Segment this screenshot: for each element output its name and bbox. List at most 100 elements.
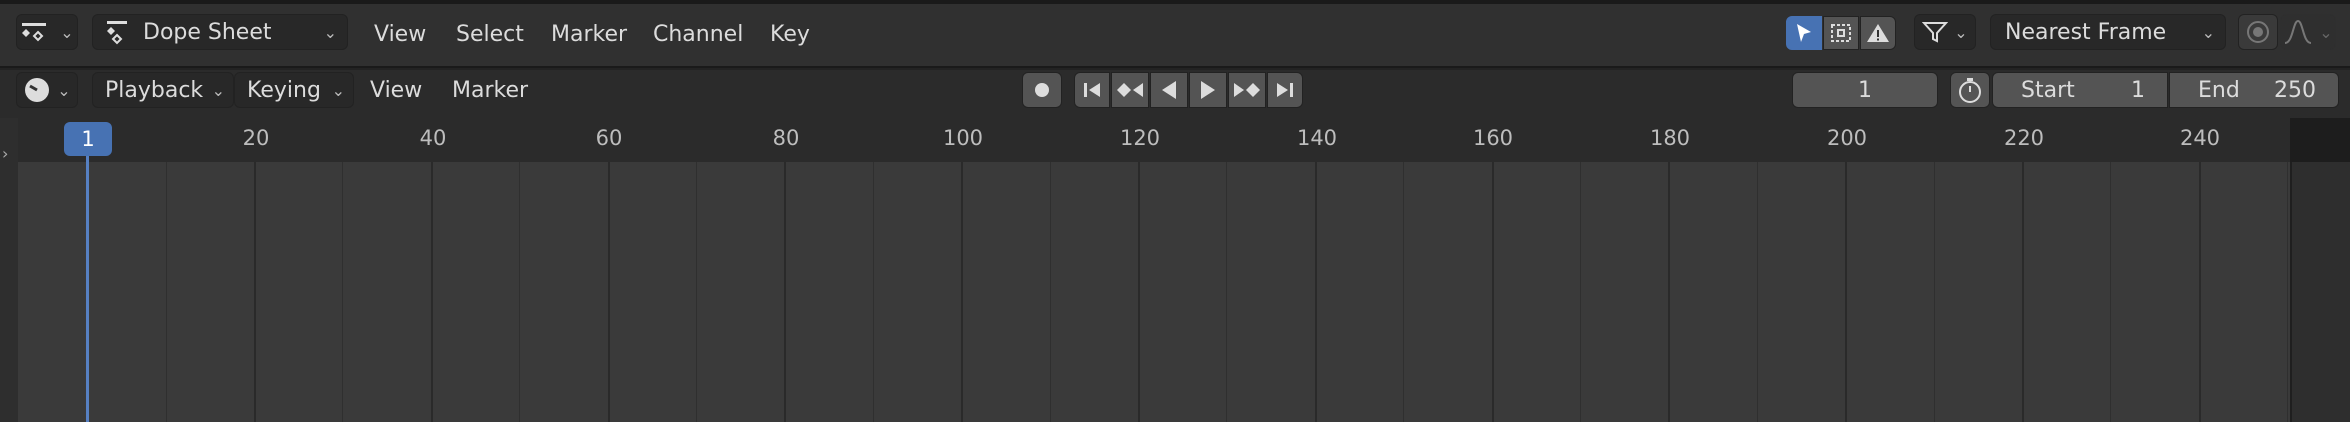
chevron-down-icon: ⌄	[1954, 22, 1968, 42]
keying-menu[interactable]: Keying ⌄	[234, 72, 354, 108]
grid-line	[696, 162, 697, 422]
playback-menu[interactable]: Playback ⌄	[92, 72, 234, 108]
snap-mode-label: Nearest Frame	[2005, 19, 2167, 45]
chevron-down-icon: ⌄	[211, 80, 225, 100]
chevron-right-icon[interactable]: ›	[2, 144, 8, 163]
chevron-down-icon: ⌄	[60, 22, 74, 42]
grid-line	[2287, 162, 2288, 422]
chevron-down-icon: ⌄	[2201, 22, 2215, 42]
grid-line	[1668, 162, 1670, 422]
ruler-tick-label: 20	[242, 126, 270, 150]
grid-line	[1757, 162, 1758, 422]
end-frame-value: 250	[2274, 77, 2316, 103]
timeline-editor-type-button[interactable]: ⌄	[16, 72, 78, 108]
end-frame-label: End	[2198, 77, 2240, 103]
grid-line	[1934, 162, 1935, 422]
proportional-circle-icon	[2245, 19, 2271, 45]
falloff-curve-icon	[2283, 19, 2313, 45]
playback-label: Playback	[105, 77, 204, 103]
jump-to-end-button[interactable]	[1267, 72, 1303, 108]
grid-line	[1492, 162, 1494, 422]
current-frame-value: 1	[1858, 77, 1872, 103]
ruler-tick-label: 60	[595, 126, 623, 150]
grid-line	[1845, 162, 1847, 422]
chevron-down-icon: ⌄	[323, 22, 337, 42]
grid-line	[2022, 162, 2024, 422]
grid-line	[2199, 162, 2201, 422]
dashed-box-icon	[1829, 22, 1853, 44]
mode-select[interactable]: Dope Sheet ⌄	[92, 14, 348, 50]
ruler-tick-label: 200	[1826, 126, 1868, 150]
grid-line	[431, 162, 433, 422]
dope-sheet-channel-area[interactable]	[0, 162, 2290, 422]
ruler-tick-label: 240	[2179, 126, 2221, 150]
jump-to-next-keyframe-button[interactable]	[1228, 72, 1266, 108]
dope-sheet-mode-icon	[103, 19, 133, 45]
only-selected-button[interactable]	[1786, 16, 1822, 50]
falloff-select[interactable]: ⌄	[2280, 14, 2336, 50]
current-frame-field[interactable]: 1	[1792, 72, 1938, 108]
play-button[interactable]	[1189, 72, 1227, 108]
timeline-menu-marker[interactable]: Marker	[452, 72, 528, 108]
snap-mode-select[interactable]: Nearest Frame ⌄	[1990, 14, 2226, 50]
grid-line	[1050, 162, 1051, 422]
filter-popover-button[interactable]: ⌄	[1914, 14, 1976, 50]
grid-line	[1226, 162, 1227, 422]
cursor-arrow-icon	[1793, 22, 1815, 44]
show-hidden-button[interactable]	[1823, 16, 1859, 50]
sidebar-region-collapsed	[2290, 162, 2350, 422]
grid-line	[608, 162, 610, 422]
record-icon	[1032, 80, 1052, 100]
timeline-menu-view[interactable]: View	[370, 72, 422, 108]
jump-start-icon	[1081, 80, 1103, 100]
play-reverse-icon	[1159, 79, 1179, 101]
jump-end-icon	[1274, 80, 1296, 100]
menu-marker[interactable]: Marker	[551, 16, 627, 52]
only-errors-button[interactable]	[1860, 16, 1896, 50]
menu-channel[interactable]: Channel	[653, 16, 743, 52]
grid-line	[166, 162, 167, 422]
grid-line	[873, 162, 874, 422]
playhead-line[interactable]	[86, 134, 89, 422]
warning-icon	[1866, 22, 1890, 44]
grid-line	[254, 162, 256, 422]
editor-type-button[interactable]: ⌄	[16, 14, 78, 50]
grid-line	[784, 162, 786, 422]
proportional-editing-button[interactable]	[2238, 14, 2278, 50]
grid-line	[961, 162, 963, 422]
grid-line	[1138, 162, 1140, 422]
prev-keyframe-icon	[1115, 80, 1145, 100]
use-preview-range-button[interactable]	[1950, 72, 1990, 108]
chevron-down-icon: ⌄	[2319, 22, 2333, 42]
channel-region-collapsed[interactable]: ›	[0, 118, 18, 422]
grid-line	[519, 162, 520, 422]
chevron-down-icon: ⌄	[331, 80, 345, 100]
menu-select[interactable]: Select	[456, 16, 524, 52]
mode-label: Dope Sheet	[143, 19, 272, 45]
start-frame-label: Start	[2021, 77, 2075, 103]
grid-line	[2110, 162, 2111, 422]
start-frame-value: 1	[2131, 77, 2145, 103]
ruler-tick-label: 160	[1472, 126, 1514, 150]
ruler-tick-label: 100	[942, 126, 984, 150]
start-frame-field[interactable]: Start 1	[1992, 72, 2168, 108]
jump-to-previous-keyframe-button[interactable]	[1111, 72, 1149, 108]
auto-keying-button[interactable]	[1022, 72, 1062, 108]
play-reverse-button[interactable]	[1150, 72, 1188, 108]
next-keyframe-icon	[1232, 80, 1262, 100]
grid-line	[1315, 162, 1317, 422]
ruler-tick-label: 180	[1649, 126, 1691, 150]
ruler-tick-label: 120	[1119, 126, 1161, 150]
end-frame-field[interactable]: End 250	[2169, 72, 2339, 108]
menu-key[interactable]: Key	[770, 16, 810, 52]
jump-to-start-button[interactable]	[1074, 72, 1110, 108]
dope-sheet-icon	[20, 20, 54, 44]
playhead-frame-indicator[interactable]: 1	[64, 122, 112, 156]
funnel-icon	[1922, 20, 1949, 44]
clock-icon	[23, 76, 51, 104]
menu-view[interactable]: View	[374, 16, 426, 52]
stopwatch-icon	[1957, 76, 1983, 104]
ruler-tick-label: 140	[1296, 126, 1338, 150]
ruler-tick-label: 80	[772, 126, 800, 150]
play-icon	[1198, 79, 1218, 101]
